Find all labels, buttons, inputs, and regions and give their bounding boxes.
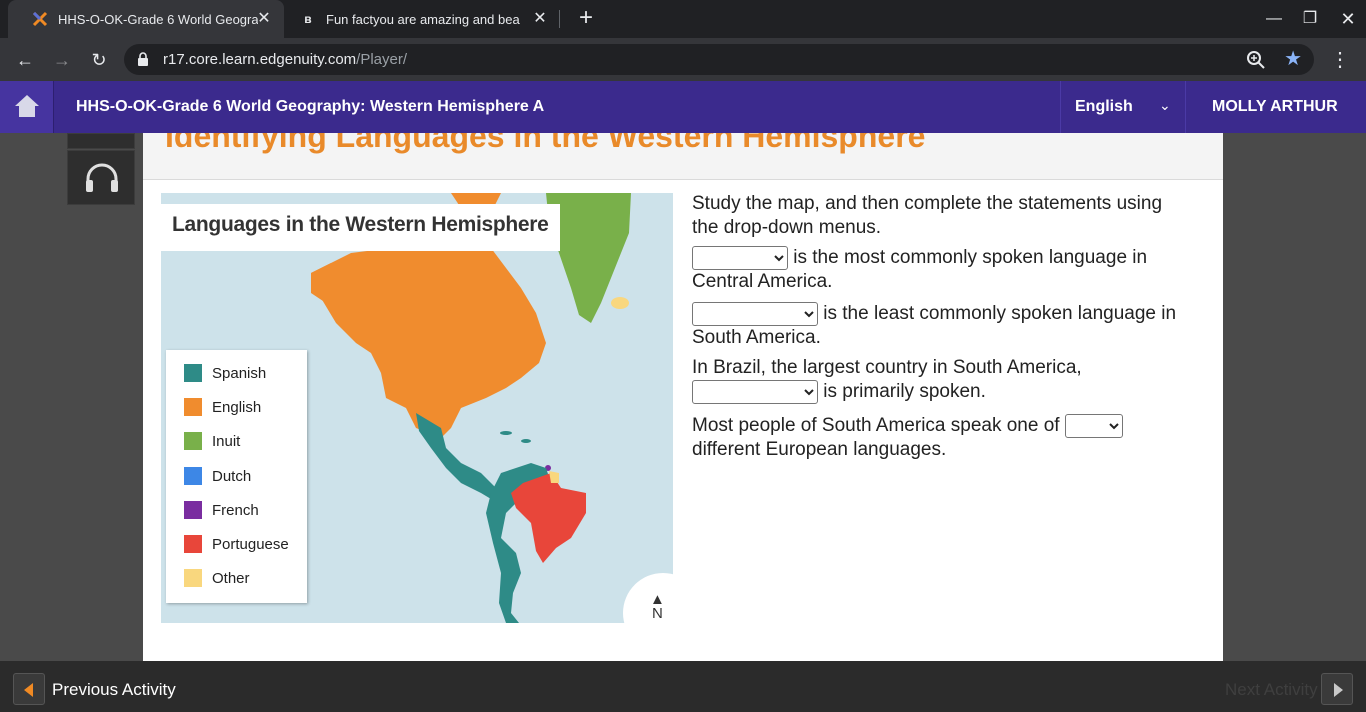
legend-label: Portuguese	[212, 535, 289, 553]
legend-swatch	[184, 432, 202, 450]
bookmark-star-icon[interactable]: ★	[1284, 48, 1302, 70]
next-activity-button[interactable]	[1321, 673, 1353, 705]
map-legend: Spanish English Inuit Dutch French Portu…	[166, 350, 307, 603]
legend-item: Spanish	[184, 364, 266, 382]
brainly-b-icon: ʙ	[304, 12, 312, 26]
legend-item: Inuit	[184, 432, 240, 450]
south-america-least-language-dropdown[interactable]	[692, 302, 818, 326]
question-3-end-text: is primarily spoken.	[818, 381, 986, 403]
legend-swatch	[184, 501, 202, 519]
home-button[interactable]	[0, 81, 54, 133]
edgenuity-x-icon	[32, 11, 48, 27]
tab-separator	[559, 10, 560, 28]
app-header: HHS-O-OK-Grade 6 World Geography: Wester…	[0, 81, 1366, 133]
url-host: r17.core.learn.edgenuity.com	[163, 51, 357, 68]
browser-toolbar: ← → ↻ r17.core.learn.edgenuity.com/Playe…	[0, 38, 1366, 81]
new-tab-icon[interactable]: +	[574, 6, 598, 31]
restore-icon[interactable]: ❐	[1292, 0, 1328, 38]
previous-activity-label[interactable]: Previous Activity	[52, 680, 176, 700]
language-selector[interactable]: English ⌄	[1060, 81, 1186, 133]
back-icon[interactable]: ←	[11, 46, 39, 74]
sidetool-partial[interactable]	[67, 133, 135, 149]
instructions-text: Study the map, and then complete the sta…	[692, 193, 1163, 238]
browser-menu-icon[interactable]: ⋮	[1330, 46, 1350, 74]
browser-tab[interactable]: ʙ Fun factyou are amazing and bea ✕	[284, 0, 560, 38]
european-language-count-dropdown[interactable]	[1064, 414, 1123, 438]
legend-swatch	[184, 535, 202, 553]
legend-label: French	[212, 501, 259, 519]
legend-label: Dutch	[212, 467, 252, 485]
content-panel: Identifying Languages in the Western Hem…	[143, 133, 1223, 661]
north-arrow-icon: ▲ N	[650, 591, 665, 622]
chevron-down-icon: ⌄	[1159, 97, 1171, 113]
headphones-icon	[86, 163, 118, 192]
legend-label: English	[212, 398, 262, 416]
activity-footer: Previous Activity Next Activity	[0, 661, 1366, 712]
browser-tab-active[interactable]: HHS-O-OK-Grade 6 World Geogra ✕	[8, 0, 284, 38]
next-activity-label: Next Activity	[1225, 680, 1318, 699]
url-path: /Player/	[356, 51, 408, 68]
question-2: is the least commonly spoken language in…	[692, 302, 1192, 350]
legend-swatch	[184, 398, 202, 416]
close-tab-icon[interactable]: ✕	[532, 11, 548, 27]
legend-item: English	[184, 398, 261, 416]
zoom-icon[interactable]	[1246, 50, 1266, 70]
lock-icon	[138, 52, 148, 66]
forward-icon[interactable]: →	[48, 46, 76, 74]
course-title: HHS-O-OK-Grade 6 World Geography: Wester…	[76, 98, 545, 115]
brazil-language-dropdown[interactable]	[692, 380, 818, 404]
question-1: is the most commonly spoken language in …	[692, 246, 1192, 294]
instructions: Study the map, and then complete the sta…	[692, 192, 1162, 240]
url-text: r17.core.learn.edgenuity.com/Player/	[163, 51, 407, 68]
legend-item: French	[184, 501, 259, 519]
tab-title: HHS-O-OK-Grade 6 World Geogra	[58, 11, 258, 27]
arrow-left-icon	[24, 683, 33, 697]
minimize-icon[interactable]: —	[1256, 0, 1292, 38]
question-3: In Brazil, the largest country in South …	[692, 356, 1192, 404]
legend-swatch	[184, 467, 202, 485]
language-label: English	[1075, 98, 1133, 115]
legend-label: Inuit	[212, 432, 241, 450]
lesson-heading: Identifying Languages in the Western Hem…	[165, 133, 926, 154]
legend-item: Dutch	[184, 467, 251, 485]
reload-icon[interactable]: ↻	[85, 46, 113, 74]
address-bar[interactable]: r17.core.learn.edgenuity.com/Player/ ★	[124, 44, 1314, 75]
compass-label: N	[652, 605, 663, 622]
user-name[interactable]: MOLLY ARTHUR	[1212, 98, 1338, 116]
language-map: Languages in the Western Hemisphere Span…	[161, 193, 673, 623]
central-america-language-dropdown[interactable]	[692, 246, 788, 270]
close-tab-icon[interactable]: ✕	[256, 11, 272, 27]
home-icon	[15, 95, 39, 117]
legend-item: Other	[184, 569, 250, 587]
question-3-text: In Brazil, the largest country in South …	[692, 357, 1082, 378]
close-window-icon[interactable]: ✕	[1330, 0, 1366, 38]
map-title: Languages in the Western Hemisphere	[161, 204, 560, 251]
previous-activity-button[interactable]	[13, 673, 45, 705]
legend-swatch	[184, 569, 202, 587]
tab-title: Fun factyou are amazing and bea	[326, 11, 520, 27]
legend-swatch	[184, 364, 202, 382]
question-4-end-text: different European languages.	[692, 439, 947, 461]
lesson-header: Identifying Languages in the Western Hem…	[143, 133, 1223, 180]
legend-item: Portuguese	[184, 535, 289, 553]
browser-tab-strip: HHS-O-OK-Grade 6 World Geogra ✕ ʙ Fun fa…	[0, 0, 1366, 38]
arrow-right-icon	[1334, 683, 1343, 697]
question-4: Most people of South America speak one o…	[692, 414, 1192, 462]
legend-label: Spanish	[212, 364, 267, 382]
audio-tool-button[interactable]	[67, 150, 135, 205]
question-4-text: Most people of South America speak one o…	[692, 415, 1065, 437]
legend-label: Other	[212, 569, 250, 587]
